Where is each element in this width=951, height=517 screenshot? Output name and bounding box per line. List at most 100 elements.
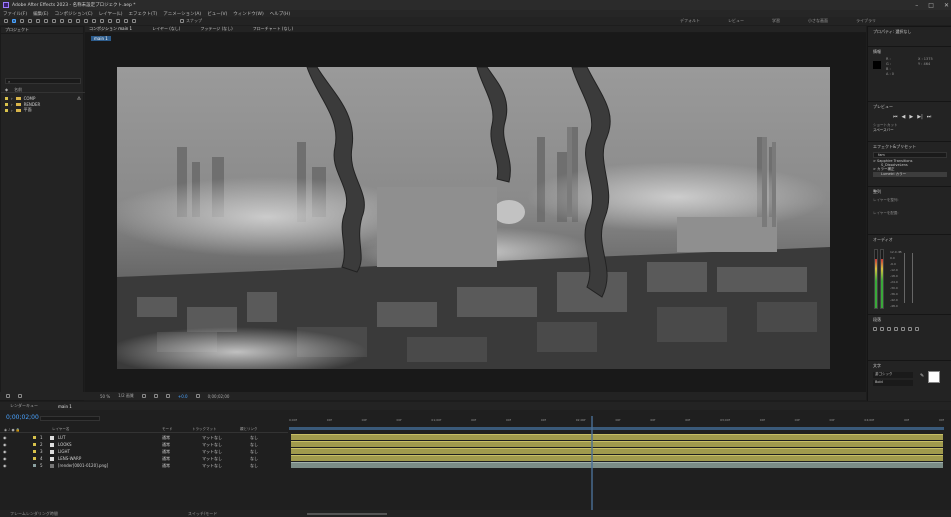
zoom-slider[interactable] [307, 512, 388, 515]
close-icon[interactable]: ✕ [944, 2, 949, 9]
dolly-tool-icon[interactable] [52, 19, 56, 23]
timeline-search-input[interactable] [40, 416, 100, 421]
table-row[interactable]: ◉ 5 [render[0001-0120].png] 通常 マットなし なし [0, 462, 288, 469]
eraser-tool-icon[interactable] [116, 19, 120, 23]
layer-label-swatch[interactable] [33, 436, 36, 439]
minimize-icon[interactable]: – [915, 2, 918, 9]
anchor-tool-icon[interactable] [68, 19, 72, 23]
layer-mode[interactable]: 通常 [162, 456, 170, 462]
mode-header[interactable]: モード [162, 427, 173, 432]
justify-left-icon[interactable] [894, 327, 898, 331]
label-color-swatch[interactable] [5, 108, 8, 112]
menu-help[interactable]: ヘルプ(H) [270, 11, 290, 17]
flowchart-icon[interactable]: ⁂ [77, 96, 81, 101]
visibility-eye-icon[interactable]: ◉ [3, 442, 7, 447]
expand-arrow-icon[interactable]: › [11, 102, 13, 107]
transparency-grid-icon[interactable] [153, 394, 158, 398]
visibility-eye-icon[interactable]: ◉ [3, 449, 7, 454]
project-search-input[interactable]: ⌕ [5, 78, 81, 84]
workspace-learn[interactable]: 学習 [772, 18, 780, 24]
visibility-eye-icon[interactable]: ◉ [3, 435, 7, 440]
rectangle-tool-icon[interactable] [76, 19, 80, 23]
align-title[interactable]: 整列 [873, 189, 947, 195]
region-of-interest-icon[interactable] [141, 394, 146, 398]
volume-slider-left[interactable] [904, 253, 905, 303]
parent-header[interactable]: 親とリンク [240, 427, 258, 432]
home-tool-icon[interactable] [4, 19, 8, 23]
list-item[interactable]: › 平面 [1, 107, 85, 113]
layer-trkmat[interactable]: マットなし [202, 442, 222, 448]
layer-name[interactable]: LIGHT [58, 449, 70, 454]
layer-parent[interactable]: なし [250, 456, 258, 462]
tab-flowchart[interactable]: フローチャート (なし) [253, 26, 293, 32]
layer-trkmat[interactable]: マットなし [202, 435, 222, 441]
layer-name[interactable]: LOOKS [58, 442, 72, 447]
playhead[interactable] [591, 416, 593, 511]
layer-parent[interactable]: なし [250, 463, 258, 469]
layer-duration-bar[interactable] [291, 441, 943, 447]
audio-title[interactable]: オーディオ [873, 237, 947, 243]
label-color-swatch[interactable] [5, 96, 8, 100]
mask-visibility-icon[interactable] [165, 394, 170, 398]
menu-view[interactable]: ビュー(V) [207, 11, 227, 17]
table-row[interactable]: ◉ 4 LENS-WARP 通常 マットなし なし [0, 455, 288, 462]
layer-label-swatch[interactable] [33, 443, 36, 446]
visibility-eye-icon[interactable]: ◉ [3, 463, 7, 468]
puppet-tool-icon[interactable] [132, 19, 136, 23]
selection-tool-icon[interactable] [12, 19, 16, 23]
prev-frame-icon[interactable]: ◀ [902, 114, 906, 120]
menu-animation[interactable]: アニメーション(A) [163, 11, 201, 17]
layer-parent[interactable]: なし [250, 442, 258, 448]
layer-mode[interactable]: 通常 [162, 449, 170, 455]
layer-duration-bar[interactable] [291, 462, 943, 468]
paragraph-title[interactable]: 段落 [873, 317, 947, 323]
comp-chip[interactable]: main 1 [91, 36, 111, 41]
layer-trkmat[interactable]: マットなし [202, 449, 222, 455]
project-panel-title[interactable]: プロジェクト [5, 27, 29, 33]
justify-all-icon[interactable] [915, 327, 919, 331]
layer-name[interactable]: LUT [58, 435, 65, 440]
menu-layer[interactable]: レイヤー(L) [99, 11, 123, 17]
brush-tool-icon[interactable] [100, 19, 104, 23]
layer-mode[interactable]: 通常 [162, 463, 170, 469]
time-ruler[interactable]: 0;00f 00f 00f 00f 01;00f 00f 00f 00f 02;… [289, 416, 944, 426]
trkmat-header[interactable]: トラックマット [192, 427, 217, 432]
pen-tool-icon[interactable] [84, 19, 88, 23]
volume-slider-right[interactable] [912, 253, 913, 303]
layer-duration-bar[interactable] [291, 455, 943, 461]
tab-composition[interactable]: コンポジション main 1 [89, 26, 132, 32]
menu-effect[interactable]: エフェクト(T) [129, 11, 158, 17]
last-frame-icon[interactable]: ⏭ [927, 114, 932, 120]
play-icon[interactable]: ▶ [909, 114, 913, 120]
expand-arrow-icon[interactable]: › [11, 108, 13, 113]
align-center-icon[interactable] [880, 327, 884, 331]
align-left-icon[interactable] [873, 327, 877, 331]
tab-layer[interactable]: レイヤー (なし) [152, 26, 180, 32]
layer-name[interactable]: LENS-WARP [58, 456, 81, 461]
align-right-icon[interactable] [887, 327, 891, 331]
font-style-select[interactable]: Bold [873, 380, 913, 386]
effects-item-selected[interactable]: Lumetri カラー [873, 172, 947, 177]
table-row[interactable]: ◉ 3 LIGHT 通常 マットなし なし [0, 448, 288, 455]
roto-brush-tool-icon[interactable] [124, 19, 128, 23]
tab-render-queue[interactable]: レンダーキュー [10, 403, 38, 409]
menu-composition[interactable]: コンポジション(C) [54, 11, 92, 17]
first-frame-icon[interactable]: ⏮ [893, 114, 898, 120]
layer-label-swatch[interactable] [33, 464, 36, 467]
effects-title[interactable]: エフェクト&プリセット [873, 144, 947, 150]
label-color-swatch[interactable] [5, 102, 8, 106]
effects-search-input[interactable]: fam [873, 152, 947, 158]
orbit-tool-icon[interactable] [36, 19, 40, 23]
layer-label-swatch[interactable] [33, 457, 36, 460]
layer-parent[interactable]: なし [250, 449, 258, 455]
workspace-default[interactable]: デフォルト [680, 18, 700, 24]
workspace-libraries[interactable]: ライブラリ [856, 18, 876, 24]
switches-modes-toggle[interactable]: スイッチ/モード [188, 511, 217, 517]
zoom-level[interactable]: 50 % [100, 394, 110, 399]
always-preview-icon[interactable] [6, 394, 10, 398]
workspace-small-screen[interactable]: 小さな画面 [808, 18, 828, 24]
menu-edit[interactable]: 編集(E) [33, 11, 48, 17]
character-title[interactable]: 文字 [873, 363, 947, 369]
layer-trkmat[interactable]: マットなし [202, 463, 222, 469]
exposure-value[interactable]: +0.0 [178, 394, 188, 399]
